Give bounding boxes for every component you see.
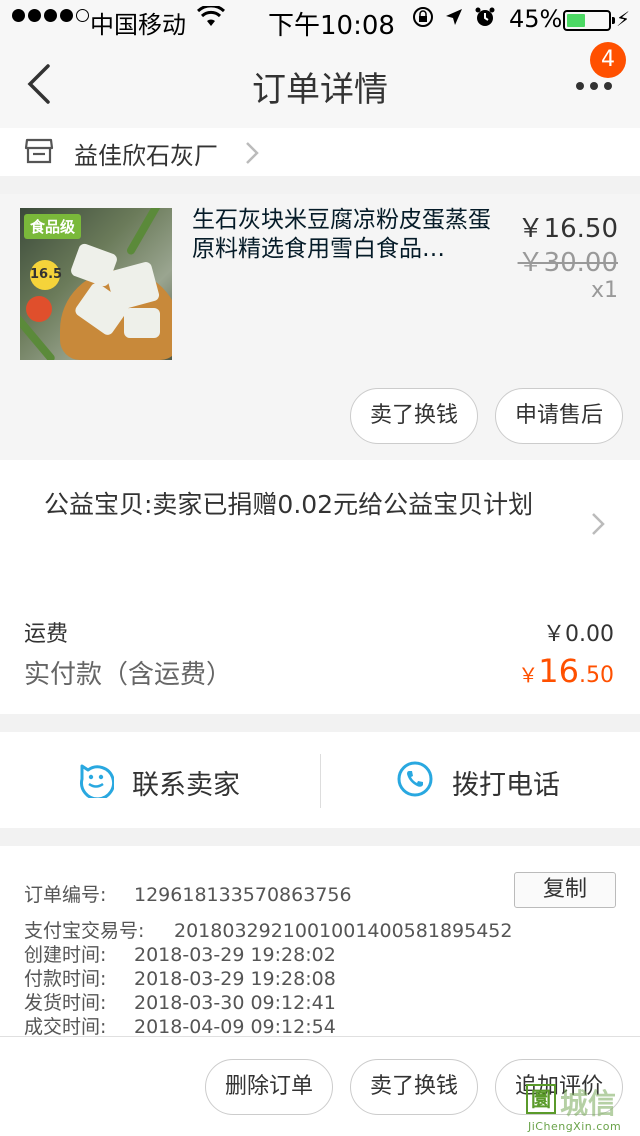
- resell-bottom-button[interactable]: 卖了换钱: [350, 1059, 478, 1115]
- shipped-time-row: 发货时间: 2018-03-30 09:12:41: [24, 992, 336, 1014]
- chevron-right-icon: [590, 511, 606, 541]
- charity-text: 公益宝贝:卖家已捐赠0.02元给公益宝贝计划: [44, 490, 534, 519]
- delete-order-button[interactable]: 删除订单: [205, 1059, 333, 1115]
- phone-icon: [396, 760, 434, 802]
- watermark-logo: 圜 城信 JiChengXin.com: [524, 1082, 640, 1136]
- order-number-row: 订单编号: 129618133570863756: [24, 884, 352, 906]
- product-price: ￥16.50: [517, 214, 618, 244]
- battery-percent: 45%: [509, 5, 563, 33]
- battery-icon: [563, 10, 615, 31]
- shipping-label: 运费: [24, 622, 69, 647]
- created-time-row: 创建时间: 2018-03-29 19:28:02: [24, 944, 336, 966]
- status-bar: 中国移动 下午10:08 45% ⚡: [0, 0, 640, 41]
- notification-badge: 4: [590, 42, 626, 78]
- order-info: 订单编号: 129618133570863756 复制 支付宝交易号: 201803…: [0, 846, 640, 1038]
- product-title[interactable]: 生石灰块米豆腐凉粉皮蛋蒸蛋原料精选食用雪白食品…: [192, 206, 492, 264]
- charging-icon: ⚡: [616, 7, 631, 31]
- product-original-price: ￥30.00: [517, 248, 618, 278]
- page-title: 订单详情: [252, 70, 388, 110]
- payment-summary: 运费 ￥0.00 实付款（含运费） ￥16.50: [0, 586, 640, 714]
- order-number: 129618133570863756: [134, 884, 352, 906]
- paid-time-row: 付款时间: 2018-03-29 19:28:08: [24, 968, 336, 990]
- product-image-tag: 食品级: [24, 214, 82, 239]
- copy-button[interactable]: 复制: [514, 872, 616, 908]
- signal-strength-icon: [12, 9, 89, 22]
- clock: 下午10:08: [268, 11, 395, 41]
- product-image-price: 16.5: [30, 260, 62, 290]
- store-icon: [24, 136, 54, 170]
- after-sales-button[interactable]: 申请售后: [495, 388, 623, 444]
- contact-bar: 联系卖家 拨打电话: [0, 732, 640, 828]
- rotation-lock-icon: [413, 7, 433, 27]
- location-icon: [446, 9, 462, 25]
- product-image[interactable]: 食品级 16.5: [20, 208, 172, 360]
- wifi-icon: [196, 4, 226, 34]
- more-icon: [576, 82, 584, 90]
- product-quantity: x1: [590, 278, 618, 303]
- shop-name: 益佳欣石灰厂: [74, 142, 218, 170]
- completed-time-row: 成交时间: 2018-04-09 09:12:54: [24, 1016, 336, 1038]
- shipping-value: ￥0.00: [543, 622, 614, 647]
- charity-row[interactable]: 公益宝贝:卖家已捐赠0.02元给公益宝贝计划: [0, 460, 640, 586]
- chevron-right-icon: [244, 140, 260, 170]
- resell-button[interactable]: 卖了换钱: [350, 388, 478, 444]
- status-icons: [412, 6, 496, 28]
- contact-seller-label: 联系卖家: [132, 770, 240, 801]
- alipay-number: 2018032921001001400581895452: [174, 920, 513, 942]
- alarm-icon: [475, 7, 495, 26]
- carrier-name: 中国移动: [90, 11, 186, 39]
- chat-smile-icon: [76, 760, 115, 802]
- call-phone-label: 拨打电话: [452, 770, 560, 801]
- call-phone-button[interactable]: 拨打电话: [320, 732, 640, 828]
- more-options-button[interactable]: [576, 82, 612, 90]
- order-item[interactable]: 食品级 16.5 生石灰块米豆腐凉粉皮蛋蒸蛋原料精选食用雪白食品… ￥16.50…: [0, 194, 640, 460]
- contact-seller-button[interactable]: 联系卖家: [0, 732, 320, 828]
- alipay-number-row: 支付宝交易号: 2018032921001001400581895452: [24, 920, 513, 942]
- total-label: 实付款（含运费）: [24, 660, 233, 690]
- shop-row[interactable]: 益佳欣石灰厂: [0, 128, 640, 176]
- total-value: ￥16.50: [518, 652, 614, 690]
- navigation-bar: 订单详情 4: [0, 40, 640, 128]
